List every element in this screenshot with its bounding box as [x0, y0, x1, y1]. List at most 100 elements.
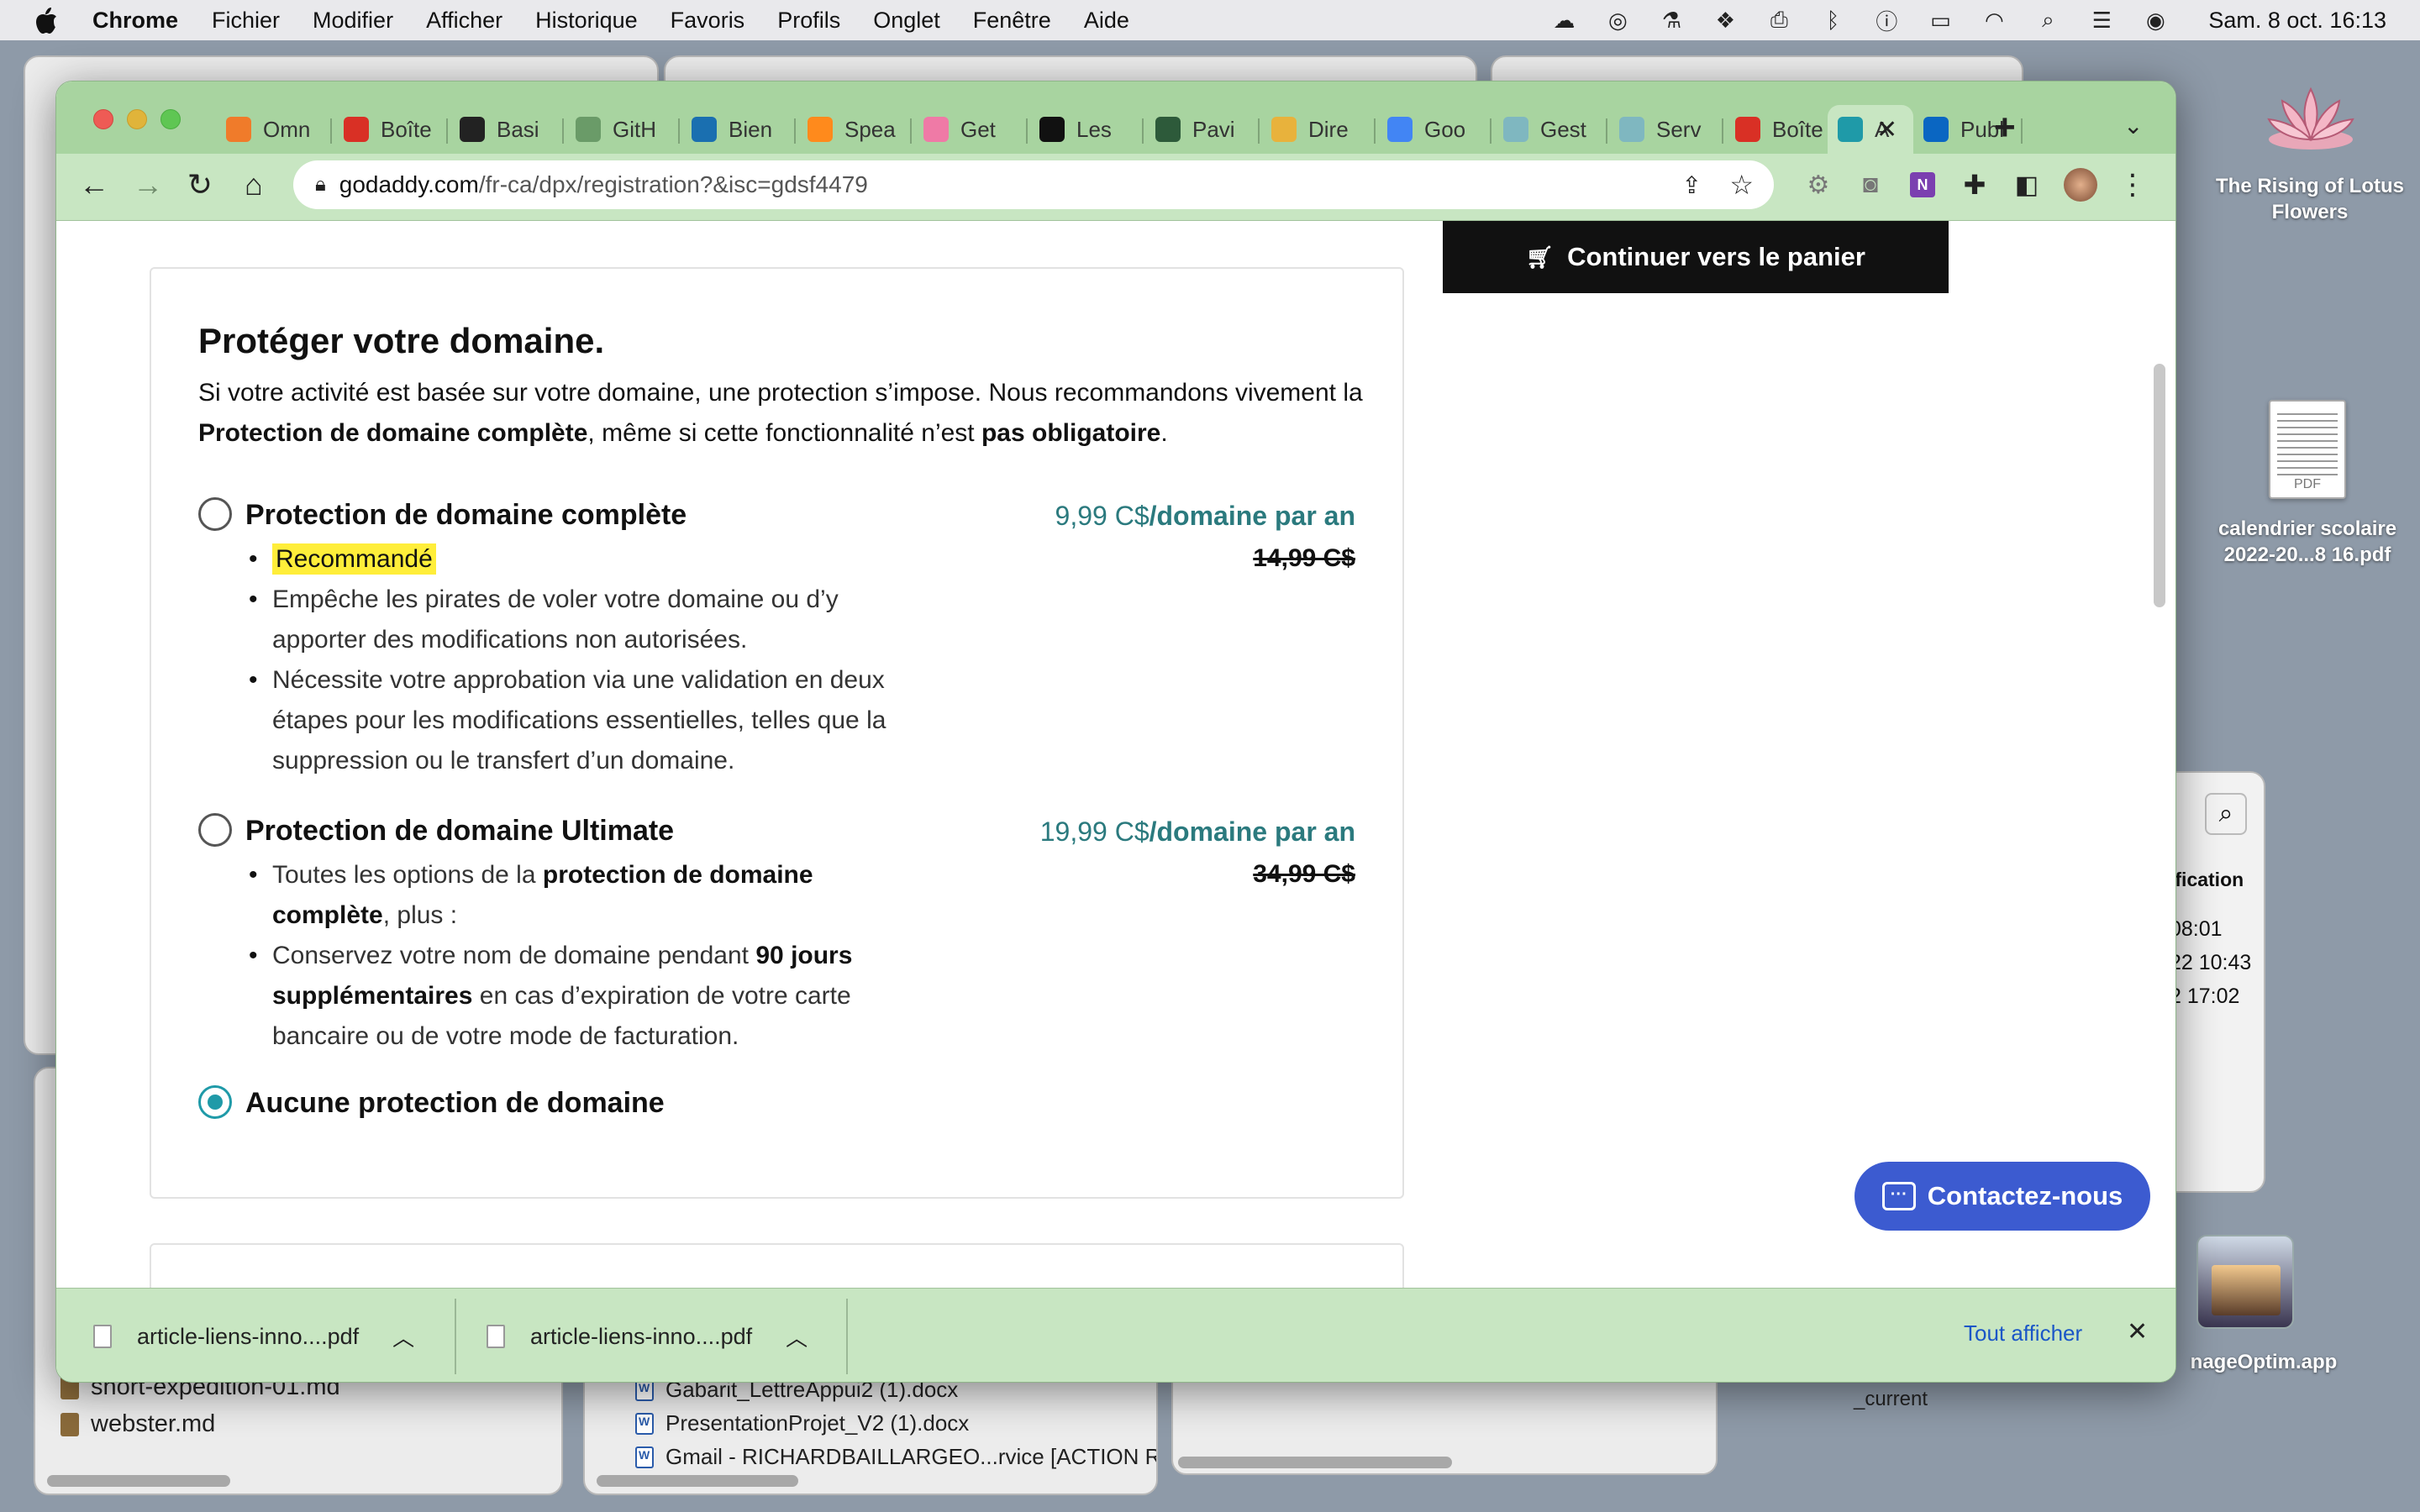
list-item: Recommandé	[249, 539, 921, 580]
option-title-complete[interactable]: Protection de domaine complète	[245, 499, 687, 532]
menu-aide[interactable]: Aide	[1084, 8, 1129, 34]
minimize-window-button[interactable]	[127, 109, 147, 129]
menu-fenetre[interactable]: Fenêtre	[973, 8, 1051, 34]
tab[interactable]: Dire	[1261, 105, 1374, 154]
finder-search-button[interactable]: ⌕	[2205, 793, 2247, 835]
bookmark-star-icon[interactable]: ☆	[1729, 169, 1754, 201]
lotus-desktop-label[interactable]: The Rising of Lotus Flowers	[2213, 173, 2407, 225]
extensions-puzzle-icon[interactable]: ✚	[1954, 164, 1996, 206]
menu-modifier[interactable]: Modifier	[313, 8, 393, 34]
tab[interactable]: Pavi	[1145, 105, 1258, 154]
tab[interactable]: Serv	[1609, 105, 1722, 154]
tab-active[interactable]: A	[1828, 105, 1913, 154]
tab-search-chevron-icon[interactable]: ⌄	[2123, 112, 2143, 139]
imageoptim-app-icon[interactable]	[2196, 1235, 2294, 1329]
continue-to-cart-button[interactable]: 🛒︎ Continuer vers le panier	[1443, 221, 1949, 293]
siri-icon[interactable]: ◉	[2141, 8, 2170, 33]
show-all-downloads-link[interactable]: Tout afficher	[1964, 1320, 2082, 1347]
close-downloads-bar-icon[interactable]: ✕	[2127, 1317, 2148, 1347]
google-translate-favicon-icon	[1387, 117, 1413, 142]
pdf-badge: PDF	[2294, 477, 2321, 491]
finder-row: 08:01	[2170, 917, 2223, 941]
tab[interactable]: Basi	[450, 105, 562, 154]
chrome-menu-icon[interactable]: ⋮	[2112, 164, 2154, 206]
download-options-chevron-icon[interactable]: ︿	[786, 1321, 808, 1352]
horizontal-scrollbar[interactable]	[47, 1475, 230, 1487]
finder-column-header[interactable]: ification	[2170, 869, 2244, 891]
price-ultimate: 19,99 C$/domaine par an	[1040, 816, 1355, 848]
download-options-chevron-icon[interactable]: ︿	[392, 1321, 414, 1352]
godaddy-favicon-icon	[1619, 117, 1644, 142]
address-bar[interactable]: 🔒︎ godaddy.com/fr-ca/dpx/registration?&i…	[293, 160, 1774, 209]
printer-icon[interactable]: ⎙	[1765, 7, 1793, 33]
current-desktop-label[interactable]: _current	[1807, 1386, 1975, 1412]
menu-profils[interactable]: Profils	[777, 8, 840, 34]
menu-fichier[interactable]: Fichier	[212, 8, 280, 34]
file-row[interactable]: webster.md	[35, 1408, 240, 1441]
download-item[interactable]: article-liens-inno....pdf ︿	[487, 1289, 808, 1382]
tab[interactable]: Boîte	[334, 105, 446, 154]
apple-menu-icon[interactable]	[34, 6, 59, 34]
horizontal-scrollbar[interactable]	[1178, 1457, 1452, 1468]
new-tab-icon[interactable]: +	[1994, 107, 2016, 149]
tab[interactable]: Omn	[216, 105, 329, 154]
menu-historique[interactable]: Historique	[535, 8, 638, 34]
tab[interactable]: Boîte	[1725, 105, 1838, 154]
radio-ultimate-protection[interactable]	[198, 813, 232, 847]
tab[interactable]: GitH	[566, 105, 678, 154]
spotlight-search-icon[interactable]: ⌕	[2033, 7, 2062, 33]
menu-favoris[interactable]: Favoris	[671, 8, 745, 34]
option-title-none[interactable]: Aucune protection de domaine	[245, 1087, 665, 1120]
contact-us-button[interactable]: ··· Contactez-nous	[1854, 1162, 2150, 1231]
tab-label: Goo	[1424, 116, 1466, 142]
macos-menu-bar: Chrome Fichier Modifier Afficher Histori…	[0, 0, 2420, 40]
radio-no-protection[interactable]	[198, 1085, 232, 1119]
menu-afficher[interactable]: Afficher	[426, 8, 502, 34]
forward-arrow-icon[interactable]: →	[127, 164, 169, 206]
dropbox-icon[interactable]: ❖	[1711, 8, 1739, 33]
screenshot-extension-icon[interactable]: ◙	[1849, 164, 1891, 206]
site-favicon-icon	[692, 117, 717, 142]
radio-complete-protection[interactable]	[198, 497, 232, 531]
cloud-sync-icon[interactable]: ☁	[1549, 8, 1578, 33]
reload-icon[interactable]: ↻	[179, 164, 221, 206]
creative-cloud-icon[interactable]: ◎	[1603, 8, 1632, 33]
lotus-image-icon[interactable]	[2264, 81, 2358, 156]
lock-icon[interactable]: 🔒︎	[315, 173, 326, 197]
file-row[interactable]: Gmail - RICHARDBAILLARGEO...rvice [ACTIO…	[610, 1441, 1156, 1473]
menu-app-chrome[interactable]: Chrome	[92, 8, 178, 34]
close-tab-icon[interactable]: ✕	[1876, 115, 1897, 144]
wifi-icon[interactable]: ◠	[1980, 8, 2008, 33]
download-item[interactable]: article-liens-inno....pdf ︿	[93, 1289, 414, 1382]
home-icon[interactable]: ⌂	[233, 164, 275, 206]
vertical-scrollbar-thumb[interactable]	[2154, 364, 2165, 607]
imageoptim-desktop-label[interactable]: nageOptim.app	[2171, 1349, 2356, 1375]
extension-settings-icon[interactable]: ⚙	[1797, 164, 1839, 206]
side-panel-icon[interactable]: ◧	[2006, 164, 2048, 206]
tab[interactable]: Bien	[681, 105, 794, 154]
battery-icon[interactable]: ▭	[1926, 8, 1954, 33]
option-title-ultimate[interactable]: Protection de domaine Ultimate	[245, 815, 674, 848]
zoom-window-button[interactable]	[160, 109, 181, 129]
file-row[interactable]: PresentationProjet_V2 (1).docx	[610, 1408, 994, 1439]
onenote-extension-icon[interactable]: N	[1902, 164, 1944, 206]
flask-icon[interactable]: ⚗	[1657, 8, 1686, 33]
tab[interactable]: Get	[913, 105, 1026, 154]
control-center-icon[interactable]: ☰	[2087, 8, 2116, 33]
menu-clock[interactable]: Sam. 8 oct. 16:13	[2208, 8, 2386, 34]
tab[interactable]: Gest	[1493, 105, 1606, 154]
pdf-document-icon[interactable]: PDF	[2269, 400, 2346, 499]
accessibility-icon[interactable]: ⓘ	[1872, 8, 1901, 34]
close-window-button[interactable]	[93, 109, 113, 129]
horizontal-scrollbar[interactable]	[597, 1475, 798, 1487]
back-arrow-icon[interactable]: ←	[73, 164, 115, 206]
tab[interactable]: Spea	[797, 105, 910, 154]
godaddy-favicon-icon	[1838, 117, 1863, 142]
profile-avatar[interactable]	[2060, 164, 2102, 206]
tab[interactable]: Les	[1029, 105, 1142, 154]
bluetooth-icon[interactable]: ᛒ	[1818, 8, 1847, 33]
pdf-desktop-label[interactable]: calendrier scolaire 2022-20...8 16.pdf	[2205, 516, 2410, 568]
share-icon[interactable]: ⇪	[1682, 171, 1702, 199]
tab[interactable]: Goo	[1377, 105, 1490, 154]
menu-onglet[interactable]: Onglet	[873, 8, 940, 34]
